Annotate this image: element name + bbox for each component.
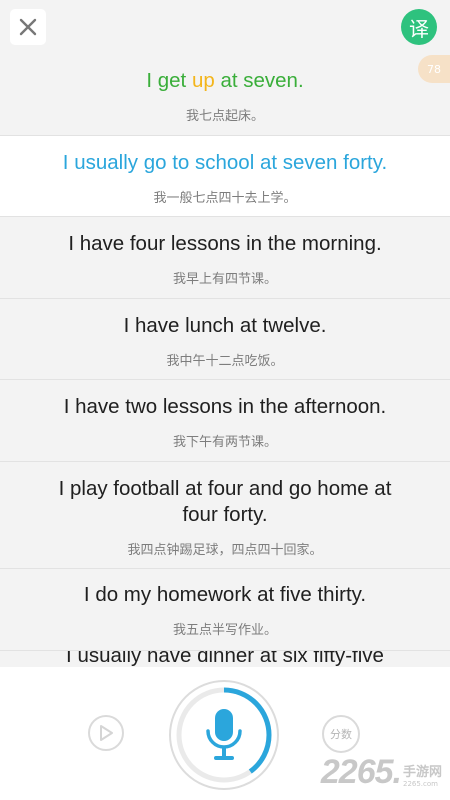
sentence-chinese: 我下午有两节课。 [172, 435, 277, 450]
sentence-row[interactable]: I usually go to school at seven forty. 我… [0, 136, 450, 217]
sentence-english: I get up at seven. [146, 69, 304, 92]
watermark-number: 2265. [320, 753, 402, 791]
recording-controls: 分数 2265. 手游网 2265.com [0, 667, 450, 800]
watermark-logo: 2265. 手游网 2265.com [321, 753, 442, 792]
sentence-row[interactable]: I get up at seven. 我七点起床。 [0, 55, 450, 136]
watermark-url: 2265.com [402, 780, 438, 788]
sentence-row[interactable]: I do my homework at five thirty. 我五点半写作业… [0, 569, 450, 651]
sentence-row[interactable]: I have lunch at twelve. 我中午十二点吃饭。 [0, 299, 450, 380]
play-button[interactable] [88, 715, 124, 751]
sentence-english: I play football at four and go home at f… [58, 477, 392, 526]
sentence-english: I have two lessons in the afternoon. [63, 395, 387, 418]
watermark-cn: 手游网 [402, 765, 442, 780]
sentence-chinese: 我早上有四节课。 [172, 272, 277, 287]
sentence-chinese: 我四点钟踢足球，四点四十回家。 [127, 543, 323, 558]
sentence-english: I have lunch at twelve. [123, 314, 327, 337]
play-icon [100, 725, 113, 741]
sentence-row[interactable]: I have two lessons in the afternoon. 我下午… [0, 380, 450, 462]
sentence-row[interactable]: I have four lessons in the morning. 我早上有… [0, 217, 450, 299]
score-button[interactable]: 分数 [322, 715, 360, 753]
close-button[interactable] [10, 9, 46, 45]
close-icon [19, 18, 37, 36]
record-button[interactable] [168, 679, 280, 791]
top-bar: 译 [0, 0, 450, 55]
sentence-chinese: 我一般七点四十去上学。 [153, 191, 297, 206]
sentence-list[interactable]: I get up at seven. 我七点起床。 I usually go t… [0, 55, 450, 669]
translate-button[interactable]: 译 [401, 9, 437, 45]
sentence-english: I have four lessons in the morning. [68, 232, 382, 255]
sentence-row[interactable]: I play football at four and go home at f… [0, 462, 450, 569]
sentence-chinese: 我中午十二点吃饭。 [166, 354, 284, 369]
sentence-english: I do my homework at five thirty. [83, 583, 367, 606]
record-progress-ring [169, 680, 279, 790]
translate-label: 译 [409, 16, 429, 41]
sentence-chinese: 我五点半写作业。 [172, 623, 277, 638]
sentence-chinese: 我七点起床。 [185, 109, 264, 124]
sentence-english: I usually go to school at seven forty. [62, 151, 388, 174]
score-button-label: 分数 [330, 728, 352, 741]
score-badge: 78 [418, 55, 450, 83]
